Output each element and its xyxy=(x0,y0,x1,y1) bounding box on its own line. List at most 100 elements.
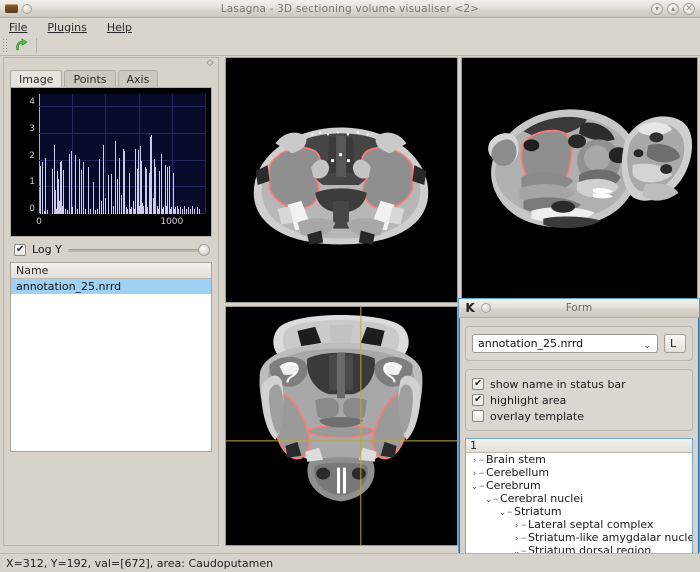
tree-node[interactable]: ⌄– Cerebral nuclei xyxy=(466,492,692,505)
window-title: Lasagna - 3D sectioning volume visualise… xyxy=(220,2,480,15)
tree-node[interactable]: › – Lateral septal complex xyxy=(466,518,692,531)
highlight-area-checkbox[interactable] xyxy=(472,394,484,406)
toolbar-separator xyxy=(36,38,37,53)
menu-help-label: Help xyxy=(106,20,132,34)
axial-brain-slice xyxy=(226,307,457,545)
histogram-bar xyxy=(198,208,200,214)
chevron-down-icon: ⌄ xyxy=(643,341,651,351)
histogram-bar xyxy=(47,210,49,214)
histogram-bar xyxy=(190,208,192,214)
option-overlay-template[interactable]: overlay template xyxy=(472,409,686,423)
log-y-row: Log Y xyxy=(4,237,218,260)
tree-node-label: Striatum xyxy=(514,505,562,518)
histogram-bar xyxy=(90,208,92,214)
tree-node-label: Cerebellum xyxy=(486,466,550,479)
tab-points[interactable]: Points xyxy=(64,70,116,87)
x-axis-tick: 0 xyxy=(36,217,42,227)
tree-node[interactable]: › – Cerebellum xyxy=(466,466,692,479)
slider-knob[interactable] xyxy=(198,243,210,256)
tree-header: 1 xyxy=(466,439,692,453)
refresh-button[interactable] xyxy=(11,37,33,55)
histogram-bar xyxy=(70,151,72,214)
show-name-label: show name in status bar xyxy=(490,377,626,391)
histogram-bar xyxy=(177,208,179,214)
tab-points-label: Points xyxy=(73,73,107,86)
option-highlight-area[interactable]: highlight area xyxy=(472,393,686,407)
volume-select-value: annotation_25.nrrd xyxy=(478,337,584,350)
tree-branch-line: – xyxy=(521,518,527,531)
file-list: Name annotation_25.nrrd xyxy=(10,262,212,452)
highlight-area-label: highlight area xyxy=(490,393,567,407)
tree-node-label: Striatum-like amygdalar nuclei xyxy=(528,531,693,544)
close-button[interactable] xyxy=(683,3,695,15)
volume-select[interactable]: annotation_25.nrrd ⌄ xyxy=(472,334,658,353)
statusbar: X=312, Y=192, val=[672], area: Caudoputa… xyxy=(0,553,700,572)
histogram-bar xyxy=(41,162,43,214)
histogram-bar xyxy=(83,162,85,214)
tree-node[interactable]: ⌄– Striatum xyxy=(466,505,692,518)
tree-node[interactable]: › – Striatum-like amygdalar nuclei xyxy=(466,531,692,544)
overlay-template-checkbox[interactable] xyxy=(472,410,484,422)
log-y-label: Log Y xyxy=(32,243,62,256)
list-item[interactable]: annotation_25.nrrd xyxy=(11,279,211,294)
histogram-bar xyxy=(74,155,76,214)
form-titlebar: K Form xyxy=(459,299,699,318)
menu-plugins-label: Plugins xyxy=(47,20,87,34)
menu-help[interactable]: Help xyxy=(105,20,134,35)
histogram-bar xyxy=(45,158,47,214)
y-axis-tick: 3 xyxy=(29,124,35,134)
histogram-bar xyxy=(66,210,68,214)
histogram-bar xyxy=(68,154,70,214)
load-button[interactable]: L xyxy=(664,334,686,353)
histogram-bar xyxy=(76,208,78,214)
application-window: Lasagna - 3D sectioning volume visualise… xyxy=(0,0,700,572)
histogram-bar xyxy=(188,207,189,214)
histogram-bar xyxy=(94,210,96,214)
tree-node[interactable]: ⌄– Cerebrum xyxy=(466,479,692,492)
histogram-bar xyxy=(168,166,170,214)
sagittal-view[interactable] xyxy=(461,57,698,303)
y-axis-tick: 2 xyxy=(29,150,35,161)
gridline-y xyxy=(39,106,205,108)
histogram-bar xyxy=(78,159,80,214)
tree-node-label: Brain stem xyxy=(486,453,546,466)
coronal-view[interactable] xyxy=(225,57,458,303)
region-tree[interactable]: 1 › – Brain stem › – Cerebellum ⌄– Cerebrum ⌄– Ce… xyxy=(465,438,693,572)
maximize-button[interactable] xyxy=(667,3,679,15)
x-axis-tick: 1000 xyxy=(160,217,184,227)
refresh-icon xyxy=(15,38,28,51)
log-y-checkbox[interactable] xyxy=(14,243,26,256)
histogram-bar xyxy=(185,208,187,214)
option-show-name[interactable]: show name in status bar xyxy=(472,377,686,391)
gridline-x xyxy=(205,94,206,214)
minimize-button[interactable] xyxy=(651,3,663,15)
histogram-chart: 0 1 2 3 4 0 1000 xyxy=(11,88,211,236)
coronal-brain-slice xyxy=(226,58,457,302)
show-name-checkbox[interactable] xyxy=(472,378,484,390)
left-dock-panel: ◇ Image Points Axis 0 1 2 3 4 0 1000 Log Y xyxy=(3,57,219,546)
histogram-bar xyxy=(87,167,89,214)
menu-file[interactable]: File xyxy=(7,20,29,35)
histogram-bar xyxy=(72,207,74,214)
gridline-x xyxy=(105,94,107,214)
image-tabs: Image Points Axis xyxy=(4,69,218,87)
tab-axis[interactable]: Axis xyxy=(117,70,159,87)
window-titlebar: Lasagna - 3D sectioning volume visualise… xyxy=(0,0,700,18)
histogram-bar xyxy=(43,211,45,214)
histogram-plot-area: 0 1 2 3 4 0 1000 xyxy=(29,94,206,227)
tree-branch-line: – xyxy=(507,505,513,518)
y-axis-tick: 1 xyxy=(29,177,35,188)
float-dock-icon[interactable]: ◇ xyxy=(206,59,214,68)
histogram-bar xyxy=(101,200,103,214)
histogram-bar xyxy=(196,207,198,214)
form-window: K Form annotation_25.nrrd ⌄ L show name … xyxy=(458,298,700,572)
tree-node[interactable]: › – Brain stem xyxy=(466,453,692,466)
tab-image[interactable]: Image xyxy=(10,70,63,87)
y-axis-tick: 4 xyxy=(29,97,35,108)
histogram-slider[interactable] xyxy=(67,243,210,256)
toolbar-drag-handle[interactable] xyxy=(2,37,9,54)
tree-branch-line: – xyxy=(479,479,485,492)
axial-view[interactable] xyxy=(225,306,458,546)
menu-plugins[interactable]: Plugins xyxy=(45,20,88,35)
histogram-bar xyxy=(99,159,101,214)
